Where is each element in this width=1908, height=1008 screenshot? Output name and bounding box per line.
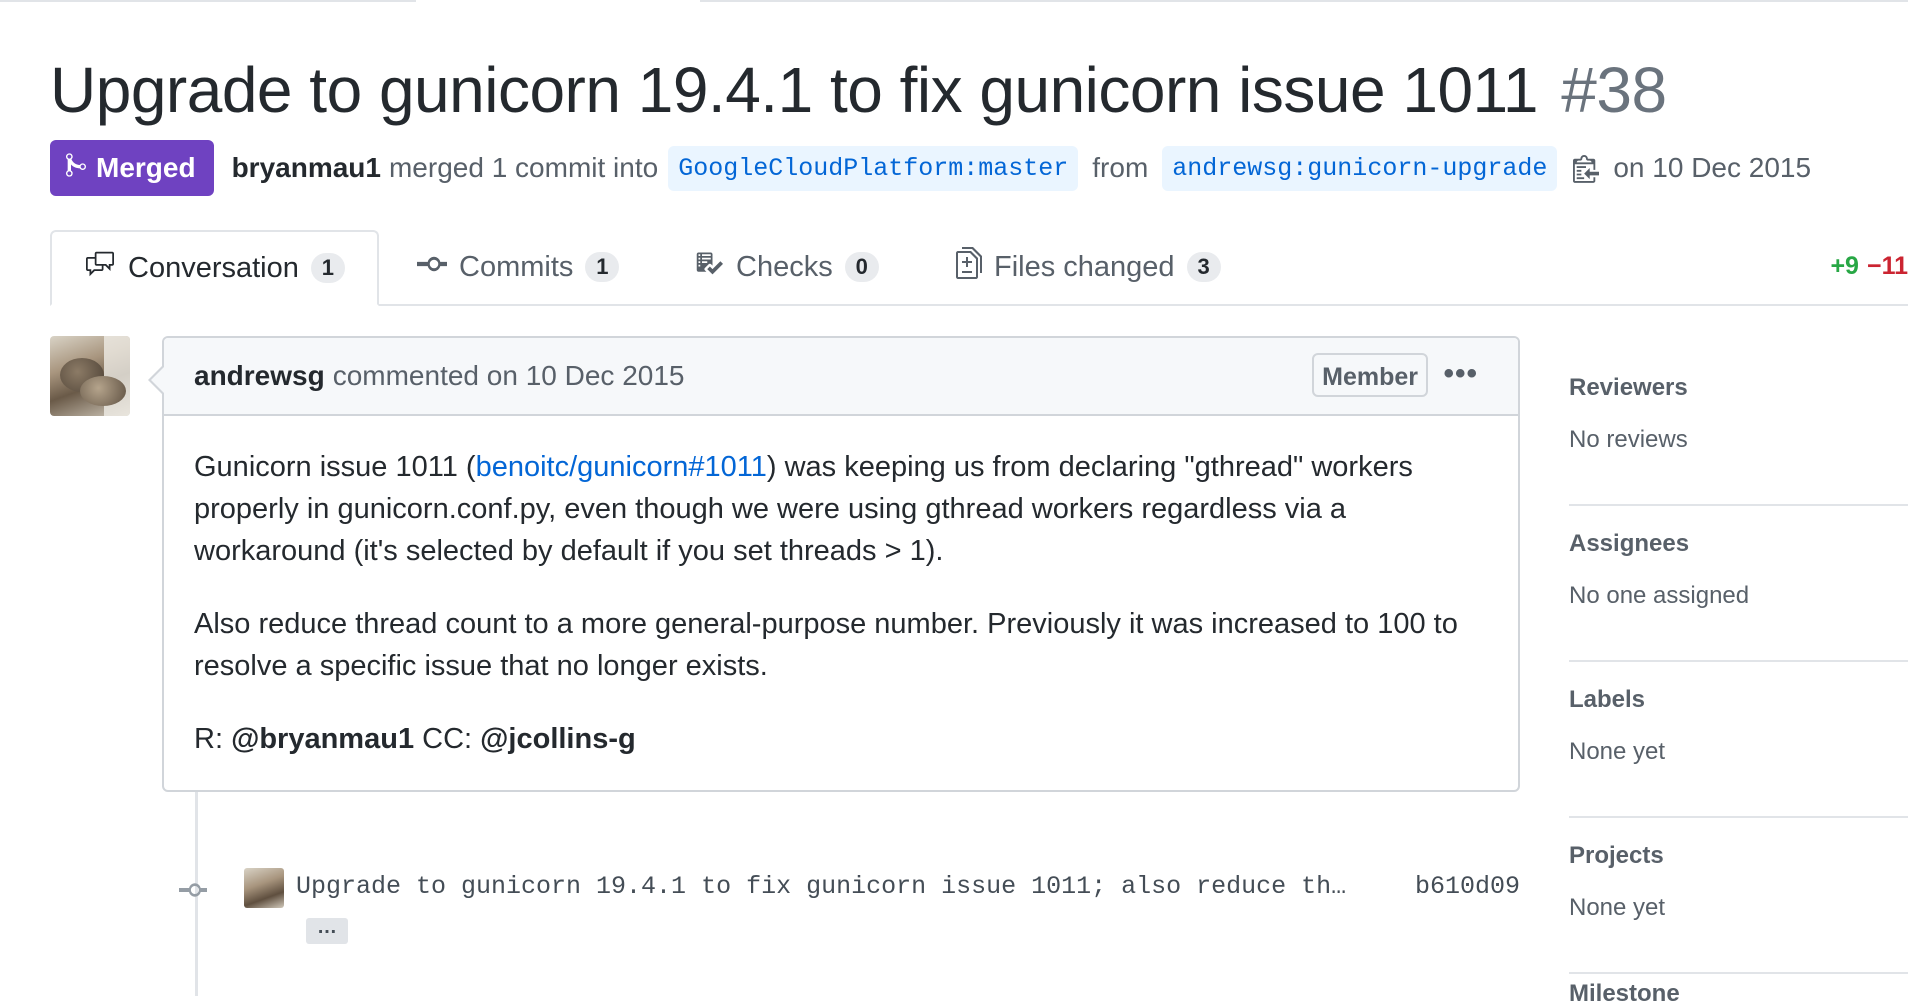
merge-date: on 10 Dec 2015 xyxy=(1613,152,1812,183)
mention-bryanmau1[interactable]: @bryanmau1 xyxy=(231,723,414,755)
comment-author[interactable]: andrewsg xyxy=(194,360,325,392)
sidebar-value: None yet xyxy=(1569,894,1666,921)
tab-commits-label: Commits xyxy=(459,250,574,283)
sidebar-heading[interactable]: Labels xyxy=(1569,686,1645,714)
sidebar-assignees: Assignees No one assigned xyxy=(1569,506,1908,662)
from-text: from xyxy=(1092,152,1149,183)
git-merge-icon xyxy=(66,151,86,186)
commit-expand-button[interactable]: … xyxy=(306,917,348,944)
tab-files-changed[interactable]: Files changed 3 xyxy=(956,230,1221,304)
top-divider xyxy=(0,0,1908,4)
mention-jcollins-g[interactable]: @jcollins-g xyxy=(480,723,636,755)
base-branch[interactable]: GoogleCloudPlatform:master xyxy=(668,145,1079,191)
clippy-copy-icon[interactable] xyxy=(1573,153,1600,183)
merge-description: merged 1 commit into xyxy=(388,152,659,183)
sidebar-milestone-heading[interactable]: Milestone xyxy=(1569,980,1680,1008)
member-badge: Member xyxy=(1312,353,1428,397)
diff-deletions: −11 xyxy=(1866,252,1908,280)
git-commit-icon xyxy=(178,880,208,905)
head-branch[interactable]: andrewsg:gunicorn-upgrade xyxy=(1162,145,1558,191)
sidebar-value: No reviews xyxy=(1569,426,1688,453)
comment-paragraph: R: @bryanmau1 CC: @jcollins-g xyxy=(194,723,636,755)
sidebar-projects: Projects None yet xyxy=(1569,818,1908,974)
tab-conversation-label: Conversation xyxy=(128,251,299,284)
commit-author-avatar[interactable] xyxy=(244,868,284,908)
comment-body: Gunicorn issue 1011 (benoitc/gunicorn#10… xyxy=(164,416,1518,760)
page-title: Upgrade to gunicorn 19.4.1 to fix gunico… xyxy=(50,50,1667,130)
tab-checks[interactable]: Checks 0 xyxy=(694,230,879,304)
sidebar: Reviewers No reviews Assignees No one as… xyxy=(1569,350,1908,974)
comment-header: andrewsg commented on 10 Dec 2015 Member… xyxy=(164,338,1518,416)
tab-checks-label: Checks xyxy=(736,250,833,283)
sidebar-heading[interactable]: Projects xyxy=(1569,842,1664,870)
pr-number: #38 xyxy=(1561,54,1667,126)
git-commit-icon xyxy=(417,251,447,284)
pr-title: Upgrade to gunicorn 19.4.1 to fix gunico… xyxy=(50,54,1538,126)
sidebar-heading[interactable]: Reviewers xyxy=(1569,374,1688,402)
tab-checks-count: 0 xyxy=(844,252,879,282)
comment-discussion-icon xyxy=(84,250,116,286)
commit-message[interactable]: Upgrade to gunicorn 19.4.1 to fix gunico… xyxy=(296,872,1346,901)
pr-meta: Merged bryanmau1 merged 1 commit into Go… xyxy=(50,140,1811,196)
checklist-icon xyxy=(694,249,724,285)
tab-conversation[interactable]: Conversation 1 xyxy=(50,230,379,306)
sidebar-value: None yet xyxy=(1569,738,1666,765)
tab-commits[interactable]: Commits 1 xyxy=(417,230,620,304)
pr-tabs: Conversation 1 Commits 1 Checks 0 Files … xyxy=(50,230,1908,306)
avatar[interactable] xyxy=(50,336,130,416)
commit-sha[interactable]: b610d09 xyxy=(1415,872,1520,901)
tab-files-changed-count: 3 xyxy=(1186,252,1221,282)
tab-commits-count: 1 xyxy=(585,252,620,282)
sidebar-labels: Labels None yet xyxy=(1569,662,1908,818)
comment-paragraph: Gunicorn issue 1011 (benoitc/gunicorn#10… xyxy=(194,451,1413,567)
comment-box: andrewsg commented on 10 Dec 2015 Member… xyxy=(148,336,1520,792)
diffstat: +9 −11 xyxy=(1830,252,1908,281)
sidebar-reviewers: Reviewers No reviews xyxy=(1569,350,1908,506)
file-diff-icon xyxy=(956,247,982,287)
merged-status-badge: Merged xyxy=(50,140,214,196)
commit-row: Upgrade to gunicorn 19.4.1 to fix gunico… xyxy=(178,862,1520,922)
tab-files-changed-label: Files changed xyxy=(994,250,1175,283)
diff-additions: +9 xyxy=(1830,252,1859,280)
comment-timestamp[interactable]: commented on 10 Dec 2015 xyxy=(333,360,685,392)
kebab-menu-icon[interactable]: ••• xyxy=(1443,359,1478,389)
merged-label: Merged xyxy=(96,152,196,183)
sidebar-value: No one assigned xyxy=(1569,582,1750,609)
comment-paragraph: Also reduce thread count to a more gener… xyxy=(194,608,1458,682)
merger-link[interactable]: bryanmau1 xyxy=(232,152,381,184)
sidebar-heading[interactable]: Assignees xyxy=(1569,530,1689,558)
tab-conversation-count: 1 xyxy=(310,253,345,283)
issue-link[interactable]: benoitc/gunicorn#1011 xyxy=(476,451,767,483)
